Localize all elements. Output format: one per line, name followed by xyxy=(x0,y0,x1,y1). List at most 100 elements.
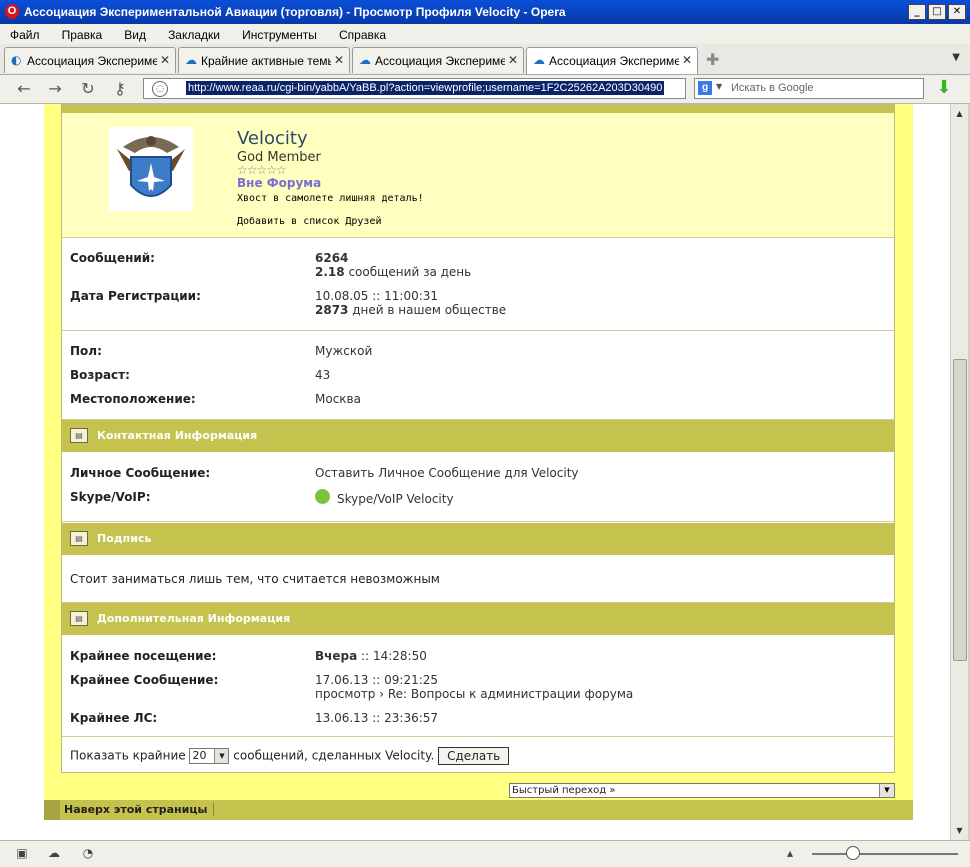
menu-file[interactable]: Файл xyxy=(0,25,47,42)
page-viewport: Velocity God Member ☆☆☆☆☆ Вне Форума Хво… xyxy=(0,104,950,840)
recent-posts-controls: Показать крайние 20 ▼ сообщений, сделанны… xyxy=(70,747,510,765)
new-tab-icon[interactable]: ✚ xyxy=(706,50,719,69)
site-favicon-icon: ☁ xyxy=(533,53,545,67)
location-label: Местоположение: xyxy=(70,392,196,406)
window-title-bar: O Ассоциация Экспериментальной Авиации (… xyxy=(0,0,970,24)
menu-edit[interactable]: Правка xyxy=(52,25,110,42)
tab-4-active[interactable]: ☁ Ассоциация Эксперименталь... ✕ xyxy=(526,47,698,74)
last-visit-day: Вчера xyxy=(315,649,358,663)
menu-bar: Файл Правка Вид Закладки Инструменты Спр… xyxy=(0,24,970,45)
search-placeholder: Искать в Google xyxy=(731,82,814,94)
signature-text: Стоит заниматься лишь тем, что считается… xyxy=(70,572,440,586)
tab-3[interactable]: ☁ Ассоциация Эксперименталь... ✕ xyxy=(352,47,524,73)
menu-view[interactable]: Вид xyxy=(114,25,153,42)
minimize-button[interactable]: _ xyxy=(908,4,926,20)
key-icon[interactable]: ⚷ xyxy=(110,79,130,99)
last-post-label: Крайнее Сообщение: xyxy=(70,673,219,687)
zoom-arrow-icon[interactable]: ▴ xyxy=(782,845,798,861)
pm-label: Личное Сообщение: xyxy=(70,466,211,480)
signature-header-title: Подпись xyxy=(97,532,152,545)
site-favicon-icon: ☁ xyxy=(359,53,371,67)
contact-section: Личное Сообщение: Оставить Личное Сообще… xyxy=(62,452,894,522)
tab-close-icon[interactable]: ✕ xyxy=(508,53,518,67)
age-value: 43 xyxy=(315,368,331,382)
menu-tools[interactable]: Инструменты xyxy=(232,25,324,42)
opera-logo-icon: O xyxy=(5,4,19,19)
show-recent-button[interactable]: Сделать xyxy=(438,747,510,765)
breadcrumb-arrow-icon: › xyxy=(379,687,385,701)
tab-close-icon[interactable]: ✕ xyxy=(334,53,344,67)
back-to-top-link[interactable]: Наверх этой страницы xyxy=(64,803,215,816)
download-arrow-icon[interactable]: ⬇ xyxy=(933,77,955,99)
skype-link[interactable]: Skype/VoIP Velocity xyxy=(337,492,454,506)
tab-close-icon[interactable]: ✕ xyxy=(160,53,170,67)
url-text[interactable]: http://www.reaa.ru/cgi-bin/yabbA/YaBB.pl… xyxy=(186,81,665,95)
username: Velocity xyxy=(237,128,308,149)
zoom-slider-knob[interactable] xyxy=(846,846,860,860)
search-engine-chevron-icon[interactable]: ▼ xyxy=(716,82,722,91)
address-book-icon: ▤ xyxy=(70,428,88,443)
stats-section: Сообщений: 6264 2.18 сообщений за день Д… xyxy=(62,237,894,331)
posts-per-day-value: 2.18 xyxy=(315,265,345,279)
scroll-down-icon[interactable]: ▼ xyxy=(952,823,967,838)
days-in-community: 2873 дней в нашем обществе xyxy=(315,303,506,317)
forum-frame: Velocity God Member ☆☆☆☆☆ Вне Форума Хво… xyxy=(44,104,913,820)
vertical-scrollbar[interactable]: ▲ ▼ xyxy=(950,104,968,840)
contact-header: ▤ Контактная Информация xyxy=(62,420,894,452)
extra-info-section: Крайнее посещение: Вчера :: 14:28:50 Кра… xyxy=(62,635,894,735)
menu-bookmarks[interactable]: Закладки xyxy=(158,25,227,42)
online-status: Вне Форума xyxy=(237,176,322,190)
search-field[interactable]: g ▼ Искать в Google xyxy=(694,78,924,99)
panel-toggle-icon[interactable]: ▣ xyxy=(14,845,30,861)
close-window-button[interactable]: ✕ xyxy=(948,4,966,20)
google-icon: g xyxy=(698,81,712,95)
scroll-thumb[interactable] xyxy=(953,359,967,661)
view-post-link[interactable]: просмотр xyxy=(315,687,375,701)
tab-2[interactable]: ☁ Крайние активные темы ✕ xyxy=(178,47,350,73)
top-strip xyxy=(62,105,894,113)
recent-count-value: 20 xyxy=(192,749,207,762)
avatar xyxy=(109,127,193,211)
recent-prefix: Показать крайние xyxy=(70,748,186,763)
posts-per-day-suffix: сообщений за день xyxy=(348,265,472,279)
tab-close-icon[interactable]: ✕ xyxy=(682,53,692,67)
tab-menu-chevron-icon[interactable]: ▼ xyxy=(952,52,960,63)
registration-label: Дата Регистрации: xyxy=(70,289,201,303)
days-count: 2873 xyxy=(315,303,349,317)
signature-header: ▤ Подпись xyxy=(62,523,894,555)
profile-box: Velocity God Member ☆☆☆☆☆ Вне Форума Хво… xyxy=(61,104,895,773)
skype-icon[interactable] xyxy=(315,489,330,504)
tab-1[interactable]: ◐ Ассоциация Эксперименталь... ✕ xyxy=(4,47,176,73)
add-friend-link[interactable]: Добавить в список Друзей xyxy=(237,216,382,227)
address-book-icon: ▤ xyxy=(70,531,88,546)
recent-count-select[interactable]: 20 ▼ xyxy=(189,748,230,764)
last-post-link-row: просмотр › Re: Вопросы к администрации ф… xyxy=(315,687,633,701)
chevron-down-icon: ▼ xyxy=(214,749,229,763)
posts-count: 6264 xyxy=(315,251,349,265)
address-toolbar: ← → ↻ ⚷ ◌ http://www.reaa.ru/cgi-bin/yab… xyxy=(0,75,970,104)
pm-link[interactable]: Оставить Личное Сообщение для Velocity xyxy=(315,466,579,480)
reload-icon[interactable]: ↻ xyxy=(78,79,98,99)
recent-posts-row: Показать крайние 20 ▼ сообщений, сделанны… xyxy=(62,736,894,773)
back-arrow-icon[interactable]: ← xyxy=(14,79,34,99)
profile-header: Velocity God Member ☆☆☆☆☆ Вне Форума Хво… xyxy=(62,113,894,238)
tab-bar: ◐ Ассоциация Эксперименталь... ✕ ☁ Крайн… xyxy=(0,44,970,75)
forward-arrow-icon[interactable]: → xyxy=(45,79,65,99)
maximize-button[interactable]: □ xyxy=(928,4,946,20)
quick-jump-select[interactable]: Быстрый переход » ▼ xyxy=(509,783,895,798)
contact-header-title: Контактная Информация xyxy=(97,429,258,442)
menu-help[interactable]: Справка xyxy=(329,25,393,42)
signature-section: Стоит заниматься лишь тем, что считается… xyxy=(62,555,894,603)
address-field[interactable]: ◌ http://www.reaa.ru/cgi-bin/yabbA/YaBB.… xyxy=(143,78,686,99)
speed-dial-icon[interactable]: ◔ xyxy=(80,845,96,861)
zoom-slider-track[interactable] xyxy=(812,853,958,855)
opera-page-icon: ◐ xyxy=(11,53,22,67)
scroll-up-icon[interactable]: ▲ xyxy=(952,106,967,121)
last-post-topic-link[interactable]: Re: Вопросы к администрации форума xyxy=(388,687,633,701)
bottom-bar-cap xyxy=(44,800,60,820)
location-value: Москва xyxy=(315,392,361,406)
cloud-icon[interactable]: ☁ xyxy=(46,845,62,861)
user-motto: Хвост в самолете лишняя деталь! xyxy=(237,193,424,204)
tab-label: Крайние активные темы xyxy=(201,54,331,68)
gender-value: Мужской xyxy=(315,344,373,358)
